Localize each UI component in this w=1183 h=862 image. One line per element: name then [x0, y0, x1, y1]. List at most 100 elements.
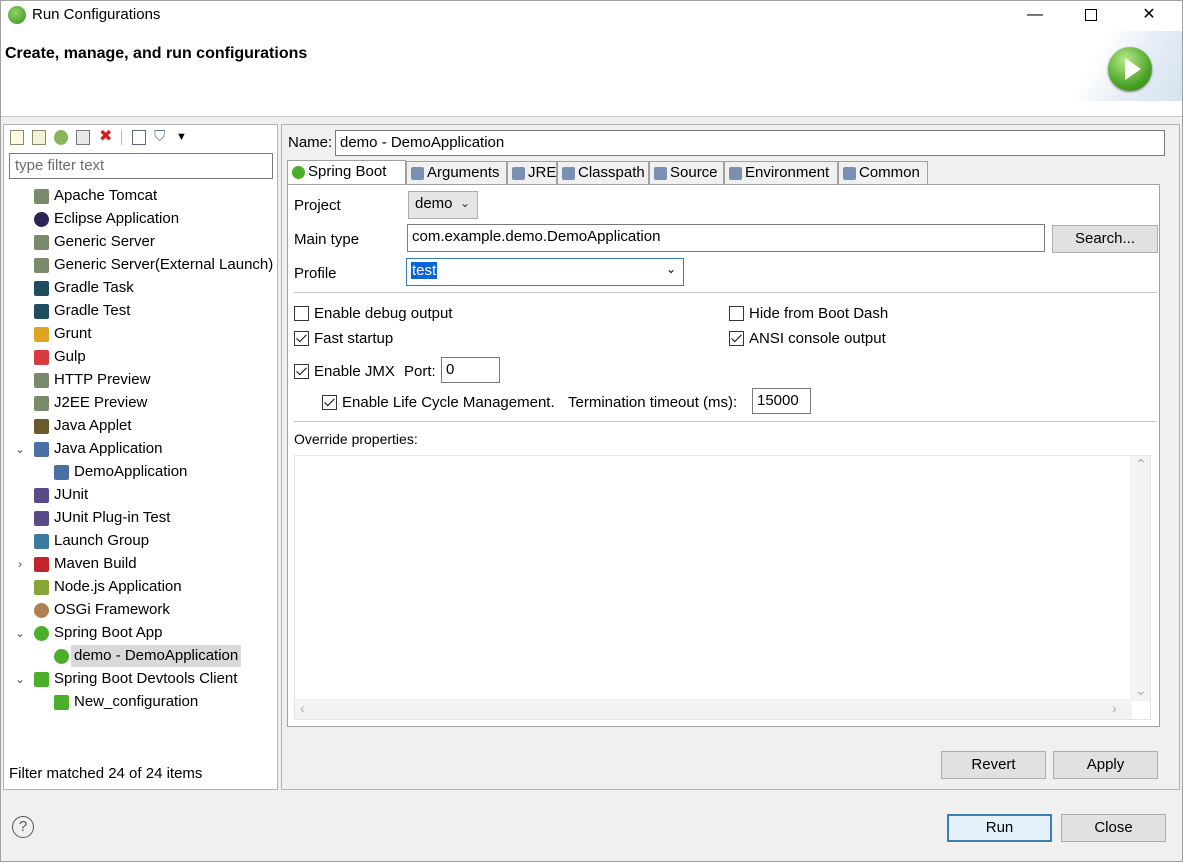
horizontal-scrollbar[interactable]: ‹ ›: [295, 699, 1132, 719]
chevron-down-icon: ⌄: [665, 262, 676, 276]
run-banner-icon: [1108, 47, 1152, 91]
filter-icon[interactable]: ⛉: [154, 129, 168, 145]
configuration-tree-panel: ✖ ⛉ ▼ type filter text Apache Tomcat Ecli…: [3, 124, 278, 790]
tree-item-label: Java Application: [54, 440, 163, 457]
tab-jre[interactable]: JRE: [507, 161, 557, 185]
scroll-right-icon[interactable]: ›: [1112, 700, 1117, 716]
checkbox-box: [729, 306, 744, 321]
tree-item-label: Apache Tomcat: [54, 187, 158, 204]
duplicate-icon[interactable]: [76, 130, 90, 145]
view-menu-chevron-icon[interactable]: ▼: [176, 130, 190, 145]
project-select[interactable]: demo ⌄: [408, 191, 478, 219]
tree-item-label: Generic Server(External Launch): [54, 256, 274, 273]
dialog-heading: Create, manage, and run configurations: [5, 45, 308, 62]
tree-item-label: HTTP Preview: [54, 371, 151, 388]
vertical-scrollbar[interactable]: ⌃ ⌄: [1130, 456, 1150, 701]
close-button[interactable]: Close: [1061, 814, 1166, 842]
apply-button[interactable]: Apply: [1053, 751, 1158, 779]
tab-common[interactable]: Common: [838, 161, 928, 185]
override-properties-label: Override properties:: [294, 431, 418, 447]
tree-item-label: Maven Build: [54, 555, 137, 572]
tree-item-label: Grunt: [54, 325, 92, 342]
tab-label: Source: [670, 164, 718, 181]
server-icon: [34, 258, 49, 273]
chevron-right-icon[interactable]: ›: [13, 553, 27, 575]
gradle-icon: [34, 281, 49, 296]
arguments-icon: [411, 167, 424, 180]
minimize-button[interactable]: —: [1007, 1, 1063, 31]
tree-item-label: Generic Server: [54, 233, 155, 250]
osgi-icon: [34, 603, 49, 618]
server-icon: [34, 235, 49, 250]
scroll-up-icon[interactable]: ⌃: [1135, 456, 1147, 473]
port-label: Port:: [404, 363, 436, 380]
collapse-all-icon[interactable]: [132, 130, 146, 145]
termination-timeout-field[interactable]: 15000: [752, 388, 811, 414]
classpath-icon: [562, 167, 575, 180]
main-type-label: Main type: [294, 231, 360, 248]
new-configuration-icon[interactable]: [10, 130, 24, 145]
search-button[interactable]: Search...: [1052, 225, 1158, 253]
server-icon: [34, 396, 49, 411]
tab-spring-boot[interactable]: Spring Boot: [287, 160, 406, 186]
spring-icon: [54, 649, 69, 664]
tree-item-label: DemoApplication: [74, 463, 188, 480]
tab-label: Classpath: [578, 164, 645, 181]
chevron-down-icon[interactable]: ⌄: [13, 438, 27, 460]
tab-label: Arguments: [427, 164, 500, 181]
tree-item-label: Gulp: [54, 348, 86, 365]
checkbox-box: [294, 364, 309, 379]
tab-source[interactable]: Source: [649, 161, 724, 185]
run-button[interactable]: Run: [947, 814, 1052, 842]
profile-combo[interactable]: test ⌄: [406, 258, 684, 286]
gulp-icon: [34, 350, 49, 365]
server-icon: [34, 189, 49, 204]
help-icon[interactable]: ?: [12, 816, 34, 838]
run-configurations-dialog: Run Configurations — ✕ Create, manage, a…: [0, 0, 1183, 862]
new-prototype-icon[interactable]: [32, 130, 46, 145]
launch-group-icon: [34, 534, 49, 549]
delete-icon[interactable]: ✖: [99, 129, 113, 145]
checkbox-label: Fast startup: [314, 330, 394, 347]
scroll-down-icon[interactable]: ⌄: [1135, 682, 1147, 699]
override-properties-editor[interactable]: ⌃ ⌄ ‹ ›: [294, 455, 1151, 720]
checkbox-box: [729, 331, 744, 346]
tab-label: Common: [859, 164, 920, 181]
tree-item-label: Gradle Test: [54, 302, 131, 319]
close-window-button[interactable]: ✕: [1121, 1, 1177, 31]
spring-icon: [292, 166, 305, 179]
tab-arguments[interactable]: Arguments: [406, 161, 507, 185]
checkbox-label: Enable debug output: [314, 305, 453, 322]
chevron-down-icon[interactable]: ⌄: [13, 622, 27, 644]
maximize-button[interactable]: [1063, 1, 1119, 31]
server-icon: [34, 373, 49, 388]
source-icon: [654, 167, 667, 180]
filter-input[interactable]: type filter text: [9, 153, 273, 179]
name-label: Name:: [288, 134, 333, 151]
tab-environment[interactable]: Environment: [724, 161, 838, 185]
spring-tool-suite-icon: [8, 6, 26, 24]
tree-item-label: JUnit Plug-in Test: [54, 509, 171, 526]
main-type-field[interactable]: com.example.demo.DemoApplication: [407, 224, 1045, 252]
checkbox-label: Enable JMX: [314, 363, 395, 380]
name-field[interactable]: demo - DemoApplication: [335, 130, 1165, 156]
port-field[interactable]: 0: [441, 357, 500, 383]
filter-status: Filter matched 24 of 24 items: [9, 765, 203, 782]
revert-button[interactable]: Revert: [941, 751, 1046, 779]
dialog-header: Create, manage, and run configurations: [1, 31, 1182, 117]
export-configuration-icon[interactable]: [54, 130, 68, 145]
spring-icon: [34, 626, 49, 641]
tree-item-label: JUnit: [54, 486, 89, 503]
checkbox-label: Hide from Boot Dash: [749, 305, 889, 322]
separator: [294, 421, 1157, 422]
maven-icon: [34, 557, 49, 572]
scroll-left-icon[interactable]: ‹: [300, 700, 305, 716]
project-label: Project: [294, 197, 341, 214]
tab-classpath[interactable]: Classpath: [557, 161, 649, 185]
tree-item-label: Java Applet: [54, 417, 132, 434]
chevron-down-icon[interactable]: ⌄: [13, 668, 27, 690]
tree-item-label: Spring Boot Devtools Client: [54, 670, 238, 687]
tree-item-label: Spring Boot App: [54, 624, 163, 641]
window-title: Run Configurations: [32, 6, 161, 23]
devtools-icon: [54, 695, 69, 710]
